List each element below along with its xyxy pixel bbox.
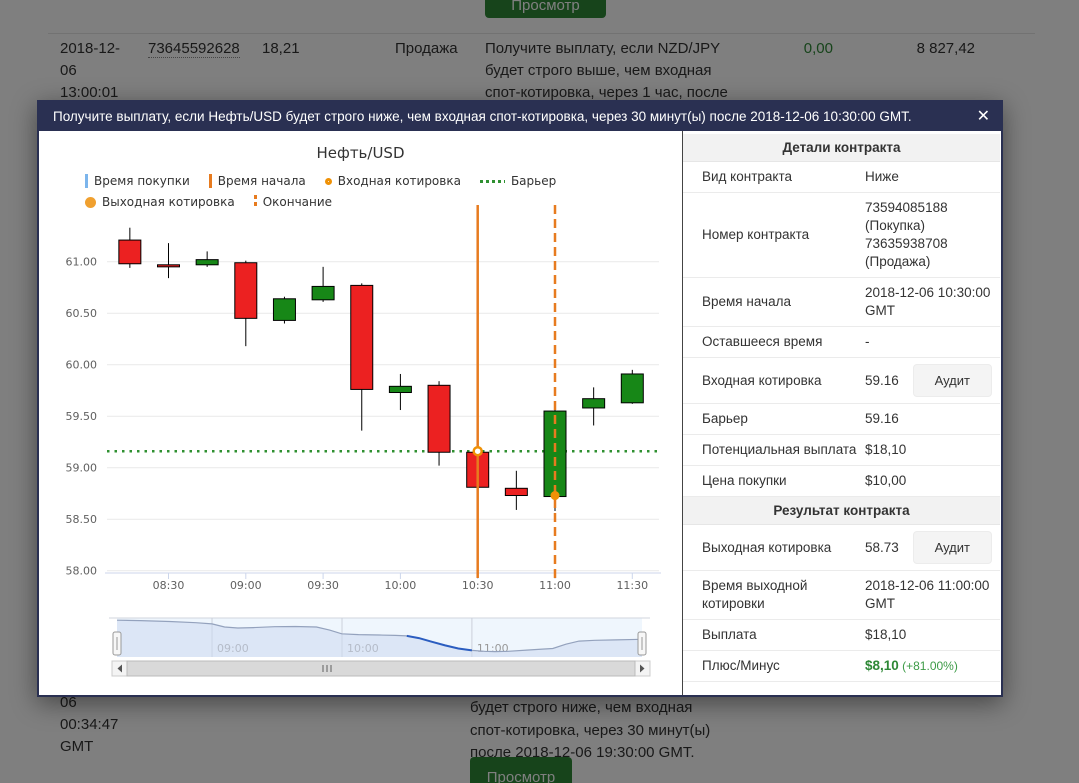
details-row-label: Входная котировка [702, 372, 865, 390]
details-row: Входная котировка59.16Аудит [683, 358, 1000, 404]
details-row-value: 58.73 [865, 539, 913, 557]
candlestick-chart-canvas[interactable]: 61.00 60.50 60.00 59.50 59.00 58.50 58.00 08:30… [39, 131, 682, 695]
details-row-value: $8,10 (+81.00%) [865, 657, 992, 675]
svg-text:58.50: 58.50 [66, 513, 98, 526]
exit-spot-marker [551, 491, 560, 500]
details-row-label: Цена покупки [702, 472, 865, 490]
candle-down [428, 385, 450, 452]
x-axis: 08:30 09:00 09:30 10:00 10:30 11:00 11:30 [105, 573, 661, 592]
entry-spot-marker [474, 447, 482, 455]
close-icon[interactable]: ✕ [977, 102, 990, 131]
details-row-value: $18,10 [865, 441, 992, 459]
details-row-label: Плюс/Минус [702, 657, 865, 675]
details-row: Цена покупки$10,00 [683, 466, 1000, 497]
trading-history-page: Просмотр 2018-12- 06 13:00:01 7364559262… [0, 0, 1079, 783]
svg-text:08:30: 08:30 [153, 579, 185, 592]
details-row-value: $10,00 [865, 472, 992, 490]
details-row-value: 73594085188(Покупка)73635938708(Продажа) [865, 199, 992, 271]
svg-text:11:30: 11:30 [616, 579, 648, 592]
details-row-label: Время выходной котировки [702, 577, 865, 613]
candle-down [158, 265, 180, 267]
chart-scrollbar[interactable] [112, 661, 650, 676]
svg-text:59.50: 59.50 [66, 410, 98, 423]
candle-down [351, 285, 373, 389]
svg-text:60.00: 60.00 [66, 359, 98, 372]
details-section-header: Результат контракта [683, 497, 1000, 525]
candle-down [505, 488, 527, 495]
scrollbar-thumb[interactable] [127, 661, 635, 676]
svg-text:58.00: 58.00 [66, 565, 98, 578]
svg-text:59.00: 59.00 [66, 462, 98, 475]
details-row-label: Номер контракта [702, 226, 865, 244]
details-row-value: 59.16 [865, 410, 992, 428]
candle-up [273, 299, 295, 321]
contract-details-panel: Детали контрактаВид контрактаНижеНомер к… [682, 131, 1000, 695]
details-row: Выплата$18,10 [683, 620, 1000, 651]
details-row: Оставшееся время- [683, 327, 1000, 358]
candle-down [235, 263, 257, 319]
candle-up [621, 374, 643, 403]
details-row-label: Выходная котировка [702, 539, 865, 557]
svg-text:11:00: 11:00 [539, 579, 571, 592]
details-row-label: Оставшееся время [702, 333, 865, 351]
details-row: Барьер59.16 [683, 404, 1000, 435]
details-row: Потенциальная выплата$18,10 [683, 435, 1000, 466]
modal-header: Получите выплату, если Нефть/USD будет с… [39, 102, 1001, 131]
svg-text:10:30: 10:30 [462, 579, 494, 592]
audit-button[interactable]: Аудит [913, 364, 992, 397]
details-row-label: Вид контракта [702, 168, 865, 186]
candle-up [196, 260, 218, 265]
details-row-value: Ниже [865, 168, 992, 186]
details-row-value: 2018-12-06 11:00:00GMT [865, 577, 992, 613]
details-row-value: - [865, 333, 992, 351]
details-row: Вид контрактаНиже [683, 162, 1000, 193]
candle-up [389, 386, 411, 392]
details-row-value: 2018-12-06 10:30:00GMT [865, 284, 992, 320]
candle-up [583, 399, 605, 408]
details-row: Плюс/Минус$8,10 (+81.00%) [683, 651, 1000, 682]
details-section-header: Детали контракта [683, 134, 1000, 162]
candlestick-plot [119, 228, 643, 527]
details-row-label: Барьер [702, 410, 865, 428]
details-row: Время начала2018-12-06 10:30:00GMT [683, 278, 1000, 327]
modal-title: Получите выплату, если Нефть/USD будет с… [53, 109, 912, 124]
details-row: Номер контракта73594085188(Покупка)73635… [683, 193, 1000, 278]
details-row-value: 59.16 [865, 372, 913, 390]
details-row: Выходная котировка58.73Аудит [683, 525, 1000, 571]
svg-text:60.50: 60.50 [66, 307, 98, 320]
svg-text:61.00: 61.00 [66, 256, 98, 269]
svg-text:09:00: 09:00 [230, 579, 262, 592]
svg-text:10:00: 10:00 [385, 579, 417, 592]
contract-chart: Нефть/USD Время покупкиВремя началаВходн… [39, 131, 682, 695]
chart-navigator[interactable]: 09:0010:0011:00 [109, 618, 650, 657]
audit-button[interactable]: Аудит [913, 531, 992, 564]
details-row: Время выходной котировки2018-12-06 11:00… [683, 571, 1000, 620]
details-row-label: Время начала [702, 293, 865, 311]
details-row-value: $18,10 [865, 626, 992, 644]
candle-down [119, 240, 141, 264]
details-row-label: Выплата [702, 626, 865, 644]
contract-details-modal: Получите выплату, если Нефть/USD будет с… [37, 100, 1003, 697]
candle-up [312, 286, 334, 299]
details-row-label: Потенциальная выплата [702, 441, 865, 459]
svg-text:09:30: 09:30 [307, 579, 339, 592]
